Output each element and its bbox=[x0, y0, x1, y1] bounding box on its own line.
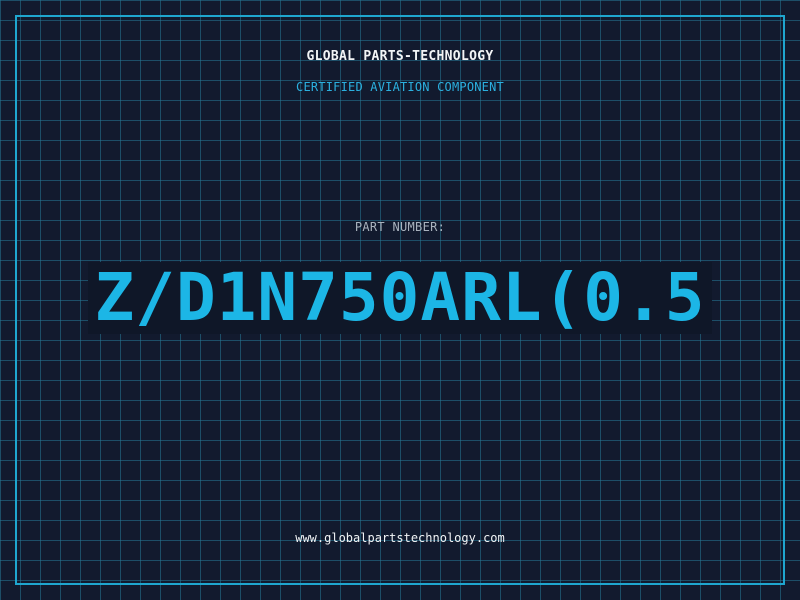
certification-subtitle: CERTIFIED AVIATION COMPONENT bbox=[296, 80, 504, 94]
part-number-value: Z/D1N750ARL(0.5 bbox=[88, 262, 712, 334]
company-name: GLOBAL PARTS-TECHNOLOGY bbox=[306, 49, 494, 64]
part-label-card: GLOBAL PARTS-TECHNOLOGY CERTIFIED AVIATI… bbox=[0, 0, 800, 600]
website-url: www.globalpartstechnology.com bbox=[295, 531, 505, 545]
part-number-value-row: Z/D1N750ARL(0.5 bbox=[0, 262, 800, 334]
part-number-label: PART NUMBER: bbox=[354, 220, 446, 234]
